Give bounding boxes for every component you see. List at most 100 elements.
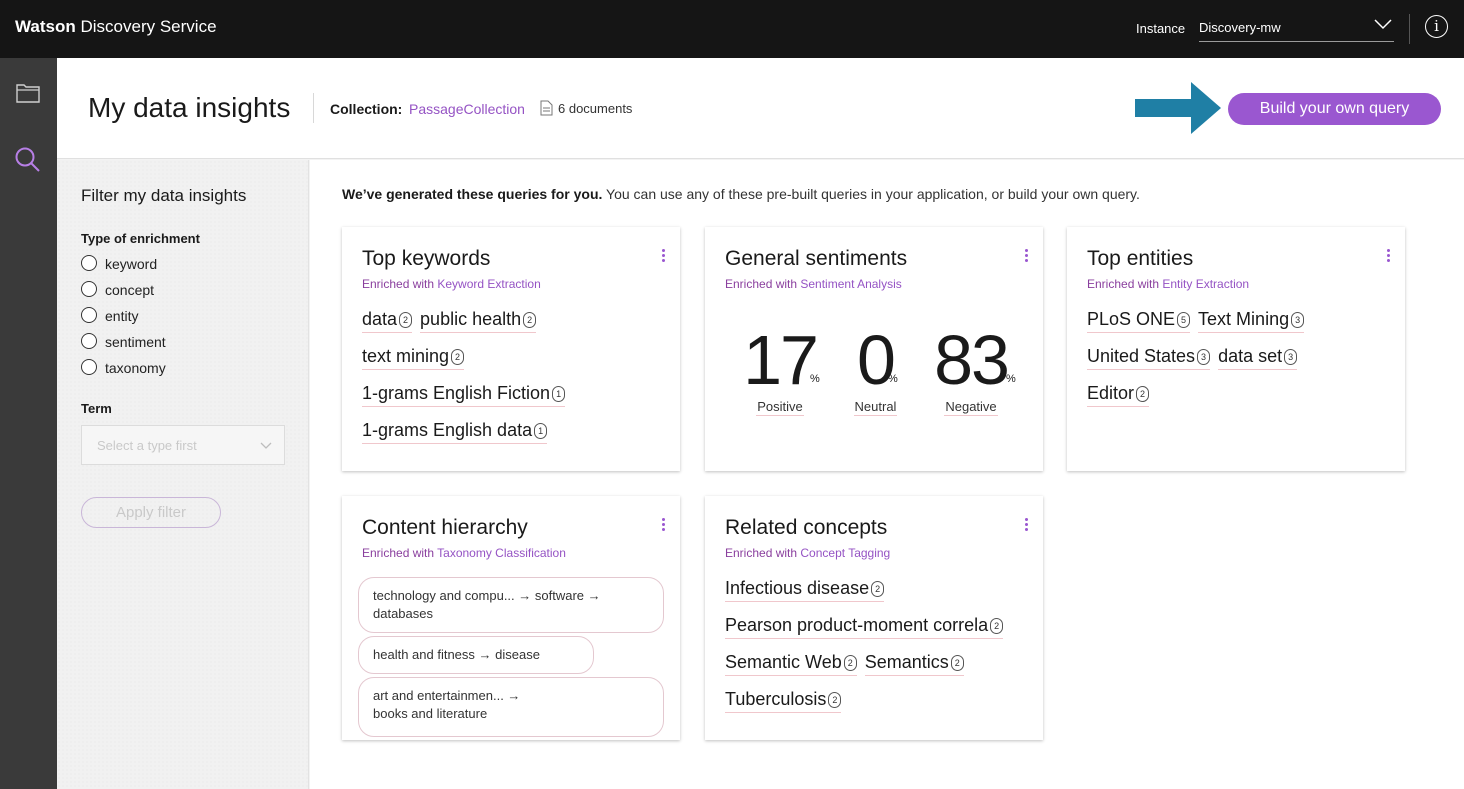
document-count: 6 documents [558, 101, 633, 116]
card-subtitle: Enriched with Entity Extraction [1087, 277, 1249, 291]
document-icon [540, 100, 553, 116]
chip-label: Editor [1087, 383, 1135, 403]
taxonomy-path: art and entertainmen... → [373, 688, 521, 703]
overflow-menu-icon[interactable] [1387, 249, 1391, 265]
count-badge: 1 [534, 423, 548, 439]
chip-row: 1-grams English data 1 [362, 420, 670, 457]
term-chip[interactable]: United States 3 [1087, 346, 1211, 370]
term-chip[interactable]: Tuberculosis 2 [725, 689, 842, 713]
radio-circle[interactable] [81, 307, 97, 323]
term-chip[interactable]: data 2 [362, 309, 413, 333]
overflow-menu-icon[interactable] [662, 518, 666, 534]
card-top-entities[interactable]: Top entities Enriched with Entity Extrac… [1067, 227, 1405, 471]
radio-label: keyword [105, 256, 158, 272]
taxonomy-item[interactable]: health and fitness → disease [358, 636, 594, 674]
overflow-menu-icon[interactable] [1025, 518, 1029, 534]
count-badge: 1 [552, 386, 566, 402]
card-general-sentiments[interactable]: General sentiments Enriched with Sentime… [705, 227, 1043, 471]
folder-icon[interactable] [16, 82, 40, 104]
term-chip[interactable]: data set 3 [1218, 346, 1298, 370]
enrichment-link[interactable]: Concept Tagging [800, 546, 890, 560]
negative-value: 83 [934, 321, 1010, 399]
app-brand[interactable]: Watson Discovery Service [15, 17, 217, 37]
sub-prefix: Enriched with [1087, 277, 1163, 291]
chip-label: data [362, 309, 398, 329]
term-chip[interactable]: PLoS ONE 5 [1087, 309, 1191, 333]
search-icon[interactable] [14, 146, 42, 174]
taxonomy-path-end: databases [373, 606, 433, 621]
insights-main: We’ve generated these queries for you. Y… [310, 160, 1464, 789]
chip-label: 1-grams English Fiction [362, 383, 551, 403]
radio-circle[interactable] [81, 281, 97, 297]
sentiment-neutral[interactable]: 0 % Neutral [848, 325, 903, 416]
collection-link[interactable]: PassageCollection [409, 101, 525, 117]
card-subtitle: Enriched with Keyword Extraction [362, 277, 541, 291]
radio-label: taxonomy [105, 360, 166, 376]
term-chip[interactable]: Semantics 2 [864, 652, 964, 676]
card-related-concepts[interactable]: Related concepts Enriched with Concept T… [705, 496, 1043, 740]
count-badge: 2 [828, 692, 842, 708]
taxonomy-item[interactable]: technology and compu... → software → dat… [358, 577, 664, 633]
radio-label: entity [105, 308, 139, 324]
radio-circle[interactable] [81, 333, 97, 349]
term-chip[interactable]: text mining 2 [362, 346, 465, 370]
term-chip[interactable]: 1-grams English data 1 [362, 420, 548, 444]
overflow-menu-icon[interactable] [662, 249, 666, 265]
card-top-keywords[interactable]: Top keywords Enriched with Keyword Extra… [342, 227, 680, 471]
card-title: Related concepts [725, 516, 888, 539]
chip-label: public health [420, 309, 522, 329]
chip-label: Tuberculosis [725, 689, 827, 709]
chip-row: Pearson product-moment correla 2 [725, 615, 1033, 652]
term-chip[interactable]: Text Mining 3 [1198, 309, 1305, 333]
percent-sign: % [888, 373, 898, 385]
count-badge: 2 [950, 655, 964, 671]
enrichment-link[interactable]: Keyword Extraction [437, 277, 540, 291]
term-chip[interactable]: Semantic Web 2 [725, 652, 857, 676]
neutral-label: Neutral [853, 399, 898, 416]
taxonomy-item[interactable]: art and entertainmen... → books and lite… [358, 677, 664, 737]
chip-row: data 2 public health 2 [362, 309, 670, 346]
overflow-menu-icon[interactable] [1025, 249, 1029, 265]
sub-prefix: Enriched with [362, 546, 438, 560]
page-title: My data insights [88, 92, 291, 123]
enrichment-link[interactable]: Taxonomy Classification [437, 546, 566, 560]
instance-label: Instance [1136, 21, 1186, 36]
chevron-down-icon [1374, 19, 1392, 30]
term-chip[interactable]: Pearson product-moment correla 2 [725, 615, 1004, 639]
term-placeholder: Select a type first [97, 438, 197, 453]
sentiment-negative[interactable]: 83 % Negative [926, 325, 1016, 416]
divider [1409, 14, 1410, 44]
negative-label: Negative [944, 399, 998, 416]
percent-sign: % [1006, 373, 1016, 385]
chip-label: Text Mining [1198, 309, 1290, 329]
enrichment-link[interactable]: Sentiment Analysis [800, 277, 901, 291]
enrichment-link[interactable]: Entity Extraction [1162, 277, 1249, 291]
apply-filter-button[interactable]: Apply filter [81, 497, 221, 528]
instance-select[interactable]: Discovery-mw [1199, 14, 1394, 42]
card-content-hierarchy[interactable]: Content hierarchy Enriched with Taxonomy… [342, 496, 680, 740]
count-badge: 3 [1291, 312, 1305, 328]
chip-row: text mining 2 [362, 346, 670, 383]
chip-label: United States [1087, 346, 1196, 366]
radio-circle[interactable] [81, 359, 97, 375]
term-chip[interactable]: Infectious disease 2 [725, 578, 885, 602]
chip-label: Semantic Web [725, 652, 842, 672]
chip-row: Editor 2 [1087, 383, 1395, 420]
intro-bold: We’ve generated these queries for you. [342, 186, 603, 202]
sentiment-positive[interactable]: 17 % Positive [739, 325, 821, 416]
chip-label: Infectious disease [725, 578, 870, 598]
term-chip[interactable]: Editor 2 [1087, 383, 1150, 407]
info-icon[interactable]: i [1425, 15, 1448, 38]
term-chip[interactable]: public health 2 [420, 309, 537, 333]
term-chip[interactable]: 1-grams English Fiction 1 [362, 383, 566, 407]
intro-rest: You can use any of these pre-built queri… [602, 186, 1140, 202]
count-badge: 2 [523, 312, 537, 328]
term-label: Term [81, 401, 112, 416]
term-select[interactable]: Select a type first [81, 425, 285, 465]
build-query-button[interactable]: Build your own query [1228, 93, 1441, 125]
radio-circle[interactable] [81, 255, 97, 271]
page-header: My data insights Collection: PassageColl… [57, 58, 1464, 159]
chip-label: Semantics [864, 652, 949, 672]
taxonomy-path-end: books and literature [373, 706, 488, 721]
enrichment-type-label: Type of enrichment [81, 231, 200, 246]
